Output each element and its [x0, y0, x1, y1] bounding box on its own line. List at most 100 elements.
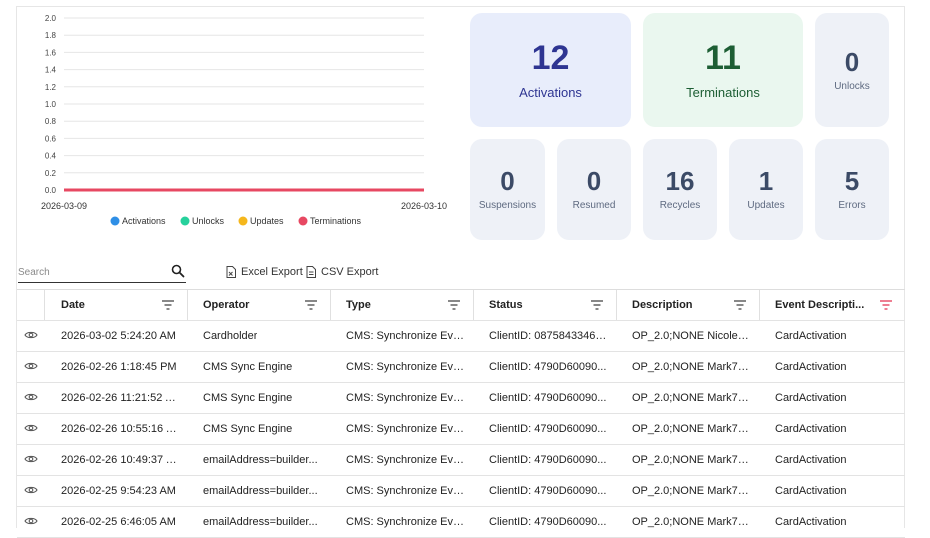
eye-icon[interactable]	[24, 392, 38, 405]
eye-icon[interactable]	[24, 423, 38, 436]
cell-description: OP_2.0;NONE Mark78...	[617, 414, 760, 444]
y-tick-label: 0.0	[45, 186, 57, 195]
table-row[interactable]: 2026-02-25 9:54:23 AM emailAddress=builde…	[17, 476, 905, 507]
cell-type: CMS: Synchronize Eve...	[331, 352, 474, 382]
cell-event-description-text: CardActivation	[775, 361, 847, 373]
cell-event-description-text: CardActivation	[775, 423, 847, 435]
search-input[interactable]	[18, 263, 158, 282]
table-row[interactable]: 2026-03-02 5:24:20 AM Cardholder CMS: Sync…	[17, 321, 905, 352]
cell-date: 2026-02-26 11:21:52 AM	[45, 383, 188, 413]
activations-card[interactable]: 12 Activations	[470, 13, 631, 127]
cell-type: CMS: Synchronize Eve...	[331, 414, 474, 444]
header-date[interactable]: Date	[45, 290, 188, 320]
cell-status: ClientID: 4790D60090...	[474, 507, 617, 537]
y-tick-label: 0.2	[45, 169, 57, 178]
unlocks-label: Unlocks	[834, 80, 870, 92]
y-tick-label: 1.4	[45, 66, 57, 75]
updates-card[interactable]: 1 Updates	[729, 139, 803, 240]
header-operator[interactable]: Operator	[188, 290, 331, 320]
cell-description-text: OP_2.0;NONE Mark78...	[632, 423, 750, 435]
cell-description-text: OP_2.0;NONE Nicole0-A	[632, 330, 750, 342]
cell-event-description: CardActivation	[760, 352, 905, 382]
terminations-card[interactable]: 11 Terminations	[643, 13, 803, 127]
cell-operator: emailAddress=builder...	[188, 476, 331, 506]
csv-export-label: CSV Export	[321, 266, 379, 278]
resumed-count: 0	[586, 166, 602, 196]
updates-count: 1	[758, 166, 774, 196]
cell-operator: emailAddress=builder...	[188, 507, 331, 537]
cell-date: 2026-02-25 6:46:05 AM	[45, 507, 188, 537]
errors-card[interactable]: 5 Errors	[815, 139, 889, 240]
y-tick-label: 1.6	[45, 48, 57, 57]
view-cell	[17, 445, 45, 475]
cell-event-description-text: CardActivation	[775, 330, 847, 342]
csv-export-button[interactable]: CSV Export	[306, 266, 378, 278]
cell-type: CMS: Synchronize Eve...	[331, 383, 474, 413]
terminations-label: Terminations	[686, 84, 760, 100]
excel-file-icon	[226, 266, 236, 278]
cell-operator-text: CMS Sync Engine	[203, 392, 293, 404]
cell-event-description: CardActivation	[760, 476, 905, 506]
table-toolbar: Excel Export CSV Export	[16, 258, 905, 288]
table-row[interactable]: 2026-02-26 10:55:16 AM CMS Sync Engine CMS…	[17, 414, 905, 445]
cell-operator-text: emailAddress=builder...	[203, 485, 318, 497]
table-row[interactable]: 2026-02-26 10:49:37 AM emailAddress=build…	[17, 445, 905, 476]
view-cell	[17, 414, 45, 444]
filter-icon[interactable]	[447, 299, 461, 311]
table-body: 2026-03-02 5:24:20 AM Cardholder CMS: Sync…	[17, 321, 905, 538]
excel-export-button[interactable]: Excel Export	[226, 266, 303, 278]
cell-operator: CMS Sync Engine	[188, 414, 331, 444]
cell-description: OP_2.0;NONE Nicole0-A	[617, 321, 760, 351]
legend-marker	[110, 216, 120, 226]
cell-type: CMS: Synchronize Eve...	[331, 321, 474, 351]
filter-icon[interactable]	[733, 299, 747, 311]
search-icon[interactable]	[171, 264, 185, 278]
eye-icon[interactable]	[24, 516, 38, 529]
y-tick-label: 1.2	[45, 83, 57, 92]
header-event-description[interactable]: Event Descripti...	[760, 290, 905, 320]
recycles-label: Recycles	[659, 200, 701, 211]
header-type[interactable]: Type	[331, 290, 474, 320]
filter-icon[interactable]	[590, 299, 604, 311]
recycles-card[interactable]: 16 Recycles	[643, 139, 717, 240]
cell-status-text: ClientID: 4790D60090...	[489, 392, 607, 404]
cell-type-text: CMS: Synchronize Eve...	[346, 454, 464, 466]
eye-icon[interactable]	[24, 485, 38, 498]
cell-operator: CMS Sync Engine	[188, 352, 331, 382]
y-tick-label: 1.0	[45, 100, 57, 109]
y-tick-label: 0.8	[45, 117, 57, 126]
suspensions-count: 0	[500, 166, 515, 196]
y-tick-label: 2.0	[45, 14, 57, 23]
header-description[interactable]: Description	[617, 290, 760, 320]
header-status[interactable]: Status	[474, 290, 617, 320]
eye-icon[interactable]	[24, 454, 38, 467]
filter-icon[interactable]	[304, 299, 318, 311]
cell-type-text: CMS: Synchronize Eve...	[346, 330, 464, 342]
table-row[interactable]: 2026-02-26 11:21:52 AM CMS Sync Engine CMS…	[17, 383, 905, 414]
cell-event-description: CardActivation	[760, 383, 905, 413]
y-tick-label: 1.8	[45, 31, 57, 40]
resumed-card[interactable]: 0 Resumed	[557, 139, 631, 240]
legend-label: Unlocks	[192, 216, 225, 226]
cell-date-text: 2026-03-02 5:24:20 AM	[61, 330, 176, 342]
cell-description-text: OP_2.0;NONE Mark78...	[632, 392, 750, 404]
table-header-row: Date Operator Type Status Description Ev…	[17, 290, 905, 321]
suspensions-card[interactable]: 0 Suspensions	[470, 139, 545, 240]
eye-icon[interactable]	[24, 330, 38, 343]
cell-description: OP_2.0;NONE Mark78...	[617, 507, 760, 537]
table-row[interactable]: 2026-02-26 1:18:45 PM CMS Sync Engine CMS:…	[17, 352, 905, 383]
cell-status: ClientID: 4790D60090...	[474, 414, 617, 444]
table-row[interactable]: 2026-02-25 6:46:05 AM emailAddress=builde…	[17, 507, 905, 538]
eye-icon[interactable]	[24, 361, 38, 374]
unlocks-card[interactable]: 0 Unlocks	[815, 13, 889, 127]
header-operator-label: Operator	[203, 299, 250, 311]
legend-label: Terminations	[310, 216, 362, 226]
cell-event-description-text: CardActivation	[775, 392, 847, 404]
filter-icon[interactable]	[161, 299, 175, 311]
active-filter-icon[interactable]	[879, 299, 893, 311]
cell-status: ClientID: 4790D60090...	[474, 352, 617, 382]
view-cell	[17, 476, 45, 506]
cell-operator: CMS Sync Engine	[188, 383, 331, 413]
cell-event-description: CardActivation	[760, 414, 905, 444]
cell-type-text: CMS: Synchronize Eve...	[346, 361, 464, 373]
